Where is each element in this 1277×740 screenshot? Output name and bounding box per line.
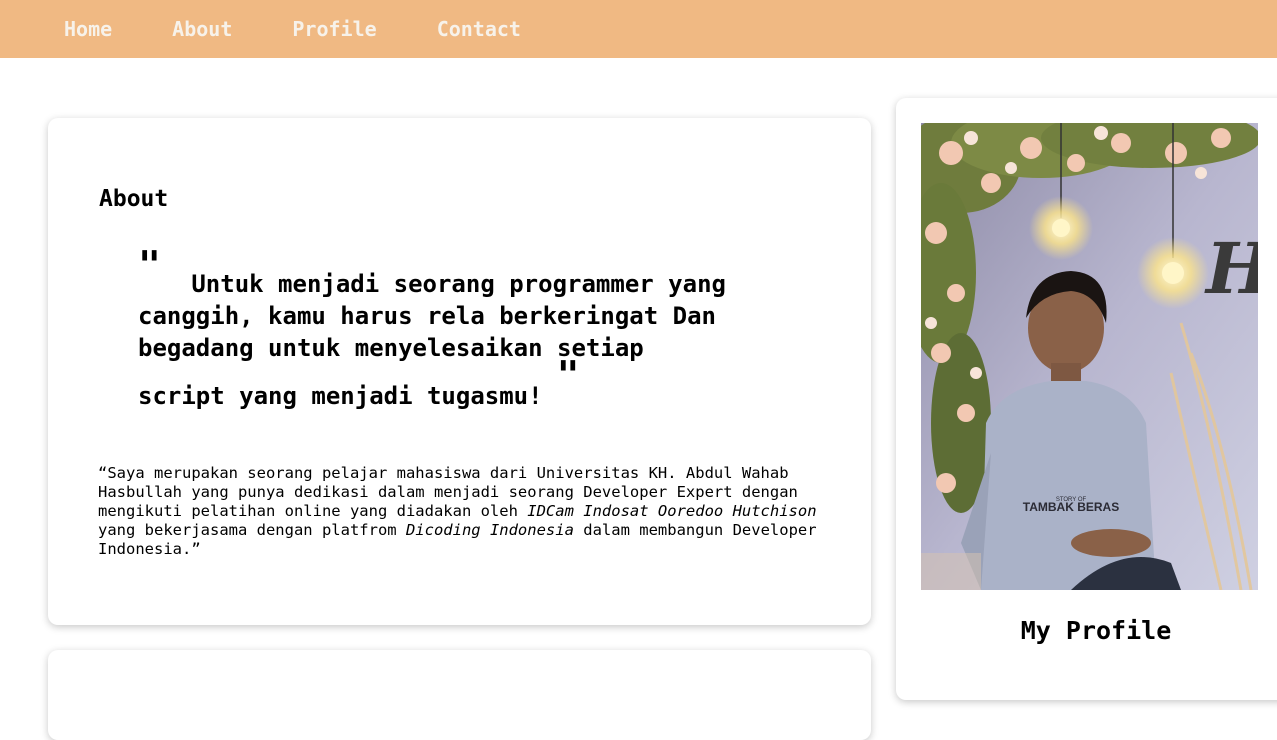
- quote-line-1: Untuk menjadi seorang programmer yang: [191, 270, 726, 298]
- nav-home-link[interactable]: Home: [64, 0, 112, 58]
- next-section-card: [48, 650, 871, 740]
- motto-quote: " Untuk menjadi seorang programmer yang …: [138, 246, 778, 412]
- shirt-text: TAMBAK BERAS: [1023, 500, 1119, 514]
- about-card: About " Untuk menjadi seorang programmer…: [48, 118, 871, 625]
- bio-paragraph: “Saya merupakan seorang pelajar mahasisw…: [98, 464, 833, 559]
- quote-line-4: script yang menjadi tugasmu!: [138, 382, 543, 410]
- bio-em-dicoding: Dicoding Indonesia: [405, 521, 574, 539]
- quote-line-2: canggih, kamu harus rela berkeringat Dan: [138, 302, 716, 330]
- nav-about-link[interactable]: About: [172, 0, 232, 58]
- nav-profile-link[interactable]: Profile: [292, 0, 376, 58]
- profile-card: Hu STORY OF TAMBAK BERAS My Profile: [896, 98, 1277, 700]
- about-heading: About: [99, 186, 169, 212]
- profile-photo: Hu STORY OF TAMBAK BERAS: [921, 123, 1258, 590]
- top-navbar: Home About Profile Contact: [0, 0, 1277, 58]
- wall-sign-text: Hu: [1204, 227, 1258, 310]
- profile-caption: My Profile: [1020, 616, 1172, 645]
- quote-open-mark: ": [138, 243, 161, 287]
- quote-line-4-wrap: script yang menjadi tugasmu! ": [138, 356, 778, 412]
- quote-close-mark: ": [556, 353, 580, 397]
- bio-text-2: yang bekerjasama dengan platfrom: [98, 521, 406, 539]
- quote-line-3: begadang untuk menyelesaikan setiap: [138, 334, 644, 362]
- nav-contact-link[interactable]: Contact: [437, 0, 521, 58]
- bio-em-idcam: IDCam Indosat Ooredoo Hutchison: [527, 502, 817, 520]
